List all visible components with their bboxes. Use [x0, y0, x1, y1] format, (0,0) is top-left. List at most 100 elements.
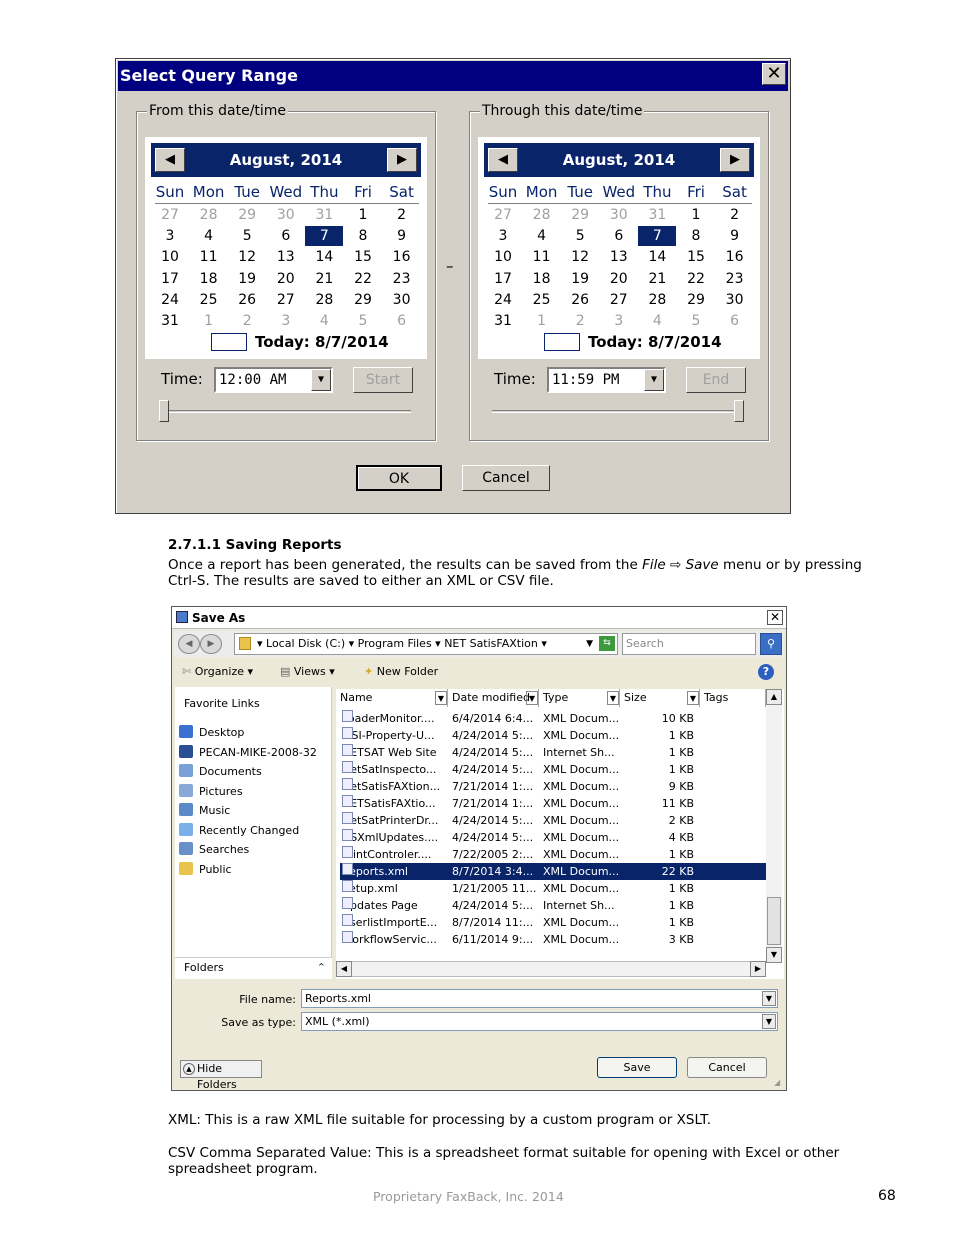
- scroll-right-arrow[interactable]: ▶: [750, 961, 766, 977]
- from-day-cell[interactable]: 14: [309, 247, 339, 267]
- through-day-cell[interactable]: 21: [642, 269, 672, 289]
- from-day-cell[interactable]: 2: [232, 311, 262, 331]
- through-day-cell[interactable]: 4: [527, 226, 557, 246]
- through-day-cell[interactable]: 31: [488, 311, 518, 331]
- chevron-down-icon[interactable]: ▼: [526, 691, 538, 705]
- through-day-cell[interactable]: 5: [681, 311, 711, 331]
- from-day-cell[interactable]: 11: [194, 247, 224, 267]
- search-input[interactable]: Search: [622, 633, 756, 655]
- from-day-cell[interactable]: 29: [348, 290, 378, 310]
- through-time-combo[interactable]: 11:59 PM ▼: [547, 367, 666, 393]
- through-day-cell[interactable]: 12: [565, 247, 595, 267]
- chevron-down-icon[interactable]: ▼: [687, 691, 699, 705]
- through-day-cell[interactable]: 31: [642, 205, 672, 225]
- chevron-down-icon[interactable]: ▼: [435, 691, 447, 705]
- chevron-down-icon[interactable]: ▼: [644, 369, 664, 391]
- through-day-cell[interactable]: 5: [565, 226, 595, 246]
- cancel-button[interactable]: Cancel: [687, 1057, 767, 1078]
- scroll-thumb[interactable]: [767, 897, 781, 945]
- from-day-cell[interactable]: 31: [155, 311, 185, 331]
- from-day-cell[interactable]: 10: [155, 247, 185, 267]
- ok-button[interactable]: OK: [356, 465, 442, 491]
- through-day-cell[interactable]: 14: [642, 247, 672, 267]
- from-day-cell[interactable]: 25: [194, 290, 224, 310]
- search-icon[interactable]: ⚲: [760, 633, 782, 655]
- from-slider-thumb[interactable]: [159, 400, 169, 422]
- organize-menu[interactable]: ✄ Organize ▾: [182, 664, 253, 680]
- chevron-down-icon[interactable]: ▼: [762, 1014, 776, 1029]
- through-day-cell[interactable]: 10: [488, 247, 518, 267]
- through-day-cell[interactable]: 24: [488, 290, 518, 310]
- table-row[interactable]: Reports.xml 8/7/2014 3:4... XML Docum... 22…: [340, 863, 768, 880]
- from-next-month-button[interactable]: ▶: [387, 148, 417, 172]
- save-button[interactable]: Save: [597, 1057, 677, 1078]
- through-day-cell[interactable]: 30: [604, 205, 634, 225]
- through-time-slider[interactable]: [492, 410, 742, 413]
- help-icon[interactable]: ?: [758, 664, 774, 680]
- through-day-cell[interactable]: 29: [565, 205, 595, 225]
- table-row[interactable]: PrintControler.... 7/22/2005 2:... XML Doc…: [340, 846, 768, 863]
- back-button[interactable]: ◀: [178, 634, 200, 654]
- from-day-cell[interactable]: 27: [155, 205, 185, 225]
- through-day-cell[interactable]: 25: [527, 290, 557, 310]
- table-row[interactable]: WorkflowServic... 6/11/2014 9:... XML Docu…: [340, 931, 768, 948]
- table-row[interactable]: NETSAT Web Site 4/24/2014 5:... Internet S…: [340, 744, 768, 761]
- from-day-cell[interactable]: 31: [309, 205, 339, 225]
- scroll-down-arrow[interactable]: ▼: [766, 947, 782, 963]
- through-prev-month-button[interactable]: ◀: [488, 148, 518, 172]
- from-day-cell[interactable]: 28: [309, 290, 339, 310]
- from-day-cell[interactable]: 9: [387, 226, 417, 246]
- from-day-cell[interactable]: 12: [232, 247, 262, 267]
- table-row[interactable]: NetSatPrinterDr... 4/24/2014 5:... XML Doc…: [340, 812, 768, 829]
- through-day-cell[interactable]: 6: [604, 226, 634, 246]
- through-day-cell[interactable]: 11: [527, 247, 557, 267]
- resize-grip-icon[interactable]: ◢: [774, 1078, 784, 1088]
- from-day-cell[interactable]: 27: [271, 290, 301, 310]
- through-day-cell[interactable]: 17: [488, 269, 518, 289]
- through-day-cell[interactable]: 6: [720, 311, 750, 331]
- from-day-cell[interactable]: 8: [348, 226, 378, 246]
- horizontal-scrollbar[interactable]: ◀ ▶: [336, 961, 766, 977]
- from-day-cell[interactable]: 30: [271, 205, 301, 225]
- chevron-down-icon[interactable]: ▼: [607, 691, 619, 705]
- favorite-link[interactable]: Music: [179, 803, 230, 819]
- from-day-cell[interactable]: 5: [232, 226, 262, 246]
- from-day-cell[interactable]: 4: [194, 226, 224, 246]
- through-day-cell[interactable]: 26: [565, 290, 595, 310]
- through-day-cell[interactable]: 3: [604, 311, 634, 331]
- from-time-combo[interactable]: 12:00 AM ▼: [214, 367, 333, 393]
- from-day-cell[interactable]: 21: [309, 269, 339, 289]
- through-day-cell[interactable]: 27: [604, 290, 634, 310]
- end-button[interactable]: End: [686, 367, 746, 393]
- from-day-cell[interactable]: 30: [387, 290, 417, 310]
- through-day-cell[interactable]: 15: [681, 247, 711, 267]
- through-day-cell[interactable]: 28: [642, 290, 672, 310]
- from-calendar[interactable]: ◀ August, 2014 ▶ Sun Mon Tue Wed Thu Fri Sat 27…: [145, 137, 427, 359]
- from-day-cell[interactable]: 7: [305, 226, 344, 247]
- from-day-cell[interactable]: 18: [194, 269, 224, 289]
- favorite-link[interactable]: PECAN-MIKE-2008-32: [179, 744, 317, 761]
- chevron-down-icon[interactable]: ▼: [586, 634, 593, 654]
- through-day-cell[interactable]: 19: [565, 269, 595, 289]
- favorite-link[interactable]: Searches: [179, 842, 249, 858]
- from-day-cell[interactable]: 22: [348, 269, 378, 289]
- from-day-cell[interactable]: 6: [387, 311, 417, 331]
- table-row[interactable]: NETSatisFAXtio... 7/21/2014 1:... XML Docu…: [340, 795, 768, 812]
- table-row[interactable]: NSXmlUpdates.... 4/24/2014 5:... XML Docum…: [340, 829, 768, 846]
- through-day-cell[interactable]: 23: [720, 269, 750, 289]
- through-day-cell[interactable]: 29: [681, 290, 711, 310]
- through-day-cell[interactable]: 30: [720, 290, 750, 310]
- hide-folders-button[interactable]: ▲ Hide Folders: [180, 1060, 262, 1091]
- through-day-cell[interactable]: 9: [720, 226, 750, 246]
- scroll-up-arrow[interactable]: ▲: [766, 689, 782, 705]
- new-folder-button[interactable]: ✦ New Folder: [364, 664, 438, 680]
- cancel-button[interactable]: Cancel: [462, 465, 550, 491]
- favorite-link[interactable]: Desktop: [179, 725, 244, 741]
- close-icon[interactable]: ✕: [767, 610, 783, 625]
- through-day-cell[interactable]: 18: [527, 269, 557, 289]
- chevron-down-icon[interactable]: ▼: [762, 991, 776, 1006]
- favorite-link[interactable]: Public: [179, 861, 232, 878]
- through-day-cell[interactable]: 20: [604, 269, 634, 289]
- from-day-cell[interactable]: 6: [271, 226, 301, 246]
- from-day-cell[interactable]: 3: [155, 226, 185, 246]
